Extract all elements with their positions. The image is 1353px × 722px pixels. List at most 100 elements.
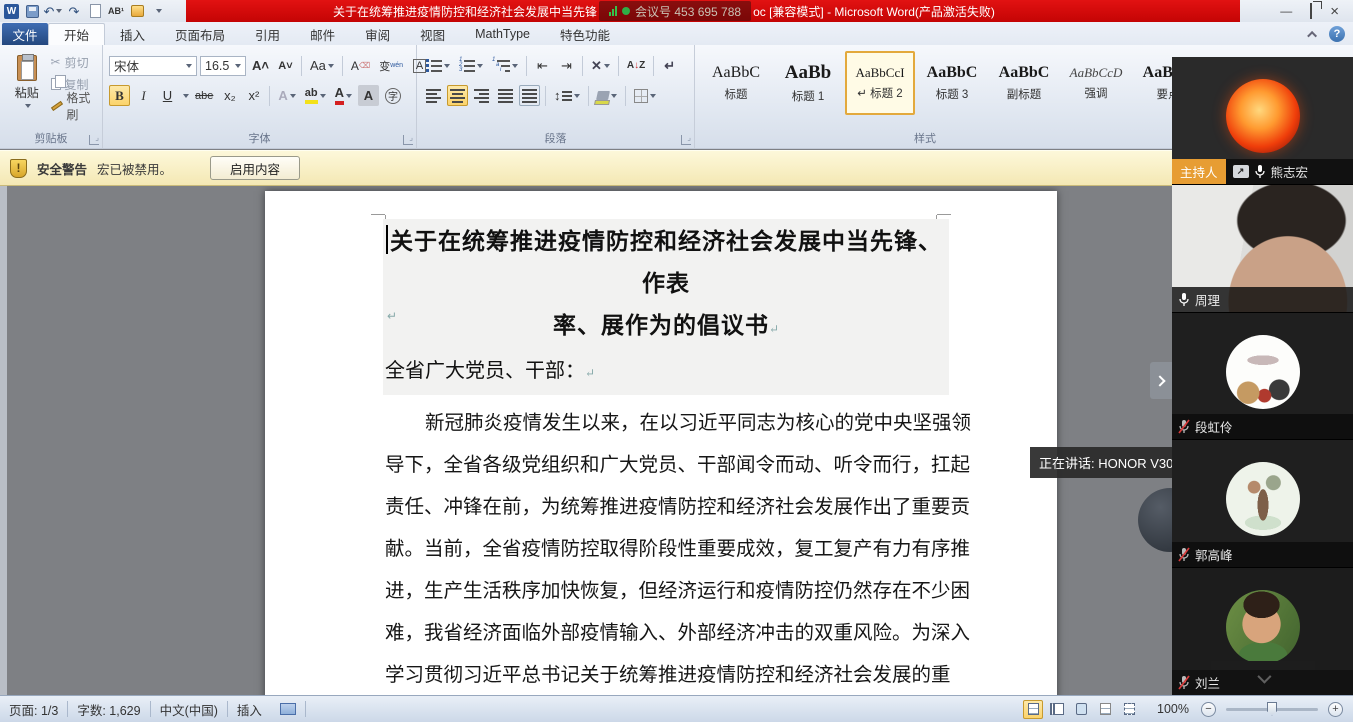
print-layout-view-button[interactable] [1023, 700, 1043, 719]
bullets-button[interactable] [423, 55, 453, 76]
host-badge: 主持人 [1172, 159, 1226, 184]
bold-button[interactable]: B [109, 85, 130, 106]
tab-file[interactable]: 文件 [2, 23, 48, 45]
tab-view[interactable]: 视图 [405, 23, 460, 45]
multilevel-list-button[interactable]: 1ai [489, 55, 521, 76]
font-dialog-launcher[interactable]: ⌟ [403, 135, 413, 145]
minimize-icon[interactable]: — [1280, 5, 1292, 17]
style-heading3[interactable]: AaBbC标题 3 [917, 51, 987, 115]
justify-button[interactable] [495, 85, 516, 106]
subscript-button[interactable]: x₂ [219, 85, 240, 106]
close-icon[interactable]: × [1330, 4, 1339, 19]
shrink-font-button[interactable]: A˅ [275, 55, 296, 76]
numbering-button[interactable]: 123 [456, 55, 486, 76]
style-heading1[interactable]: AaBb标题 1 [773, 51, 843, 115]
document-body[interactable]: 新冠肺炎疫情发生以来，在以习近平同志为核心的党中央坚强领 导下，全省各级党组织和… [385, 403, 947, 695]
sidebar-expand-button[interactable] [1150, 362, 1172, 399]
meeting-id-pill[interactable]: 会议号 453 695 788 [599, 1, 751, 21]
decrease-indent-button[interactable]: ⇤ [532, 55, 553, 76]
zoom-slider-thumb[interactable] [1267, 702, 1277, 716]
body-line: 献。当前，全省疫情防控取得阶段性重要成效，复工复产有力有序推 [385, 529, 947, 571]
save-icon[interactable] [24, 3, 40, 19]
grow-font-button[interactable]: A˄ [249, 55, 272, 76]
font-color-button[interactable]: A [332, 85, 355, 106]
underline-dropdown[interactable] [183, 94, 189, 98]
font-name-combo[interactable]: 宋体 [109, 56, 197, 76]
help-icon[interactable]: ? [1329, 26, 1345, 42]
italic-button[interactable]: I [133, 85, 154, 106]
distribute-button[interactable] [519, 85, 540, 106]
tab-home[interactable]: 开始 [48, 23, 105, 45]
draft-view-button[interactable] [1119, 700, 1139, 719]
clipboard-dialog-launcher[interactable]: ⌟ [89, 135, 99, 145]
document-area[interactable]: 关于在统筹推进疫情防控和经济社会发展中当先锋、作表 率、展作为的倡议书↵ ↵ 全… [0, 186, 1353, 695]
language-indicator[interactable]: 中文(中国) [151, 700, 227, 719]
align-center-button[interactable] [447, 85, 468, 106]
undo-icon[interactable]: ↶ [45, 3, 61, 19]
participant-tile[interactable]: 段虹伶 [1172, 313, 1353, 441]
web-layout-view-button[interactable] [1071, 700, 1091, 719]
align-left-button[interactable] [423, 85, 444, 106]
zoom-level[interactable]: 100% [1157, 702, 1189, 716]
enable-content-button[interactable]: 启用内容 [210, 156, 300, 180]
new-document-icon[interactable] [87, 3, 103, 19]
shading-button[interactable] [594, 85, 620, 106]
style-subtitle[interactable]: AaBbC副标题 [989, 51, 1059, 115]
zoom-slider[interactable] [1226, 708, 1318, 711]
full-screen-reading-button[interactable] [1047, 700, 1067, 719]
asian-layout-button[interactable]: ✕ [588, 55, 613, 76]
align-right-button[interactable] [471, 85, 492, 106]
borders-button[interactable] [631, 85, 659, 106]
paragraph-dialog-launcher[interactable]: ⌟ [681, 135, 691, 145]
word-count[interactable]: 字数: 1,629 [68, 700, 149, 719]
outline-view-button[interactable] [1095, 700, 1115, 719]
style-title[interactable]: AaBbC标题 [701, 51, 771, 115]
insert-mode-indicator[interactable]: 插入 [228, 700, 271, 719]
tab-page-layout[interactable]: 页面布局 [160, 23, 240, 45]
participant-tile[interactable]: 郭高峰 [1172, 440, 1353, 568]
highlight-color-button[interactable]: ab [302, 85, 329, 106]
document-page[interactable]: 关于在统筹推进疫情防控和经济社会发展中当先锋、作表 率、展作为的倡议书↵ ↵ 全… [265, 191, 1057, 695]
zoom-out-button[interactable]: − [1201, 702, 1216, 717]
style-heading2[interactable]: AaBbCcI↵ 标题 2 [845, 51, 915, 115]
tab-review[interactable]: 审阅 [350, 23, 405, 45]
favorites-icon[interactable] [129, 3, 145, 19]
salutation-line[interactable]: 全省广大党员、干部：↵ [385, 351, 947, 393]
document-title[interactable]: 关于在统筹推进疫情防控和经济社会发展中当先锋、作表 率、展作为的倡议书↵ [385, 221, 947, 350]
tab-references[interactable]: 引用 [240, 23, 295, 45]
participant-tile[interactable]: 刘兰 [1172, 568, 1353, 695]
phonetic-guide-button[interactable]: 变wén [376, 55, 406, 76]
macro-record-icon[interactable] [280, 703, 296, 715]
tab-insert[interactable]: 插入 [105, 23, 160, 45]
tab-mathtype[interactable]: MathType [460, 23, 545, 45]
tab-mailings[interactable]: 邮件 [295, 23, 350, 45]
participant-tile[interactable]: 周理 [1172, 185, 1353, 313]
underline-button[interactable]: U [157, 85, 178, 106]
style-emphasis[interactable]: AaBbCcD强调 [1061, 51, 1131, 115]
change-case-button[interactable]: Aa [307, 55, 337, 76]
character-shading-button[interactable]: A [358, 85, 379, 106]
participant-tile[interactable]: 主持人 ↗ 熊志宏 [1172, 57, 1353, 185]
redo-icon[interactable]: ↷ [66, 3, 82, 19]
strikethrough-button[interactable]: abe [192, 85, 216, 106]
font-size-combo[interactable]: 16.5 [200, 56, 246, 76]
sort-button[interactable]: A↓Z [624, 55, 648, 76]
quick-access-toolbar: W ↶ ↷ AB¹ [0, 0, 186, 22]
zoom-in-button[interactable]: + [1328, 702, 1343, 717]
text-effects-button[interactable]: A [275, 85, 298, 106]
tab-special-features[interactable]: 特色功能 [545, 23, 625, 45]
increase-indent-button[interactable]: ⇥ [556, 55, 577, 76]
cut-button[interactable]: ✂剪切 [51, 52, 102, 72]
restore-icon[interactable] [1310, 5, 1312, 17]
line-spacing-button[interactable]: ↕ [551, 85, 583, 106]
superscript-button[interactable]: x² [243, 85, 264, 106]
customize-quick-access-icon[interactable] [150, 3, 166, 19]
page-indicator[interactable]: 页面: 1/3 [0, 700, 67, 719]
enclose-characters-button[interactable]: 字 [382, 85, 404, 106]
format-painter-button[interactable]: 格式刷 [51, 96, 102, 116]
clear-formatting-button[interactable]: A⌫ [348, 55, 373, 76]
paste-button[interactable]: 粘贴 [6, 51, 48, 117]
minimize-ribbon-icon[interactable] [1307, 30, 1317, 40]
show-marks-button[interactable]: ↵ [659, 55, 680, 76]
footnote-ab1-icon[interactable]: AB¹ [108, 3, 124, 19]
